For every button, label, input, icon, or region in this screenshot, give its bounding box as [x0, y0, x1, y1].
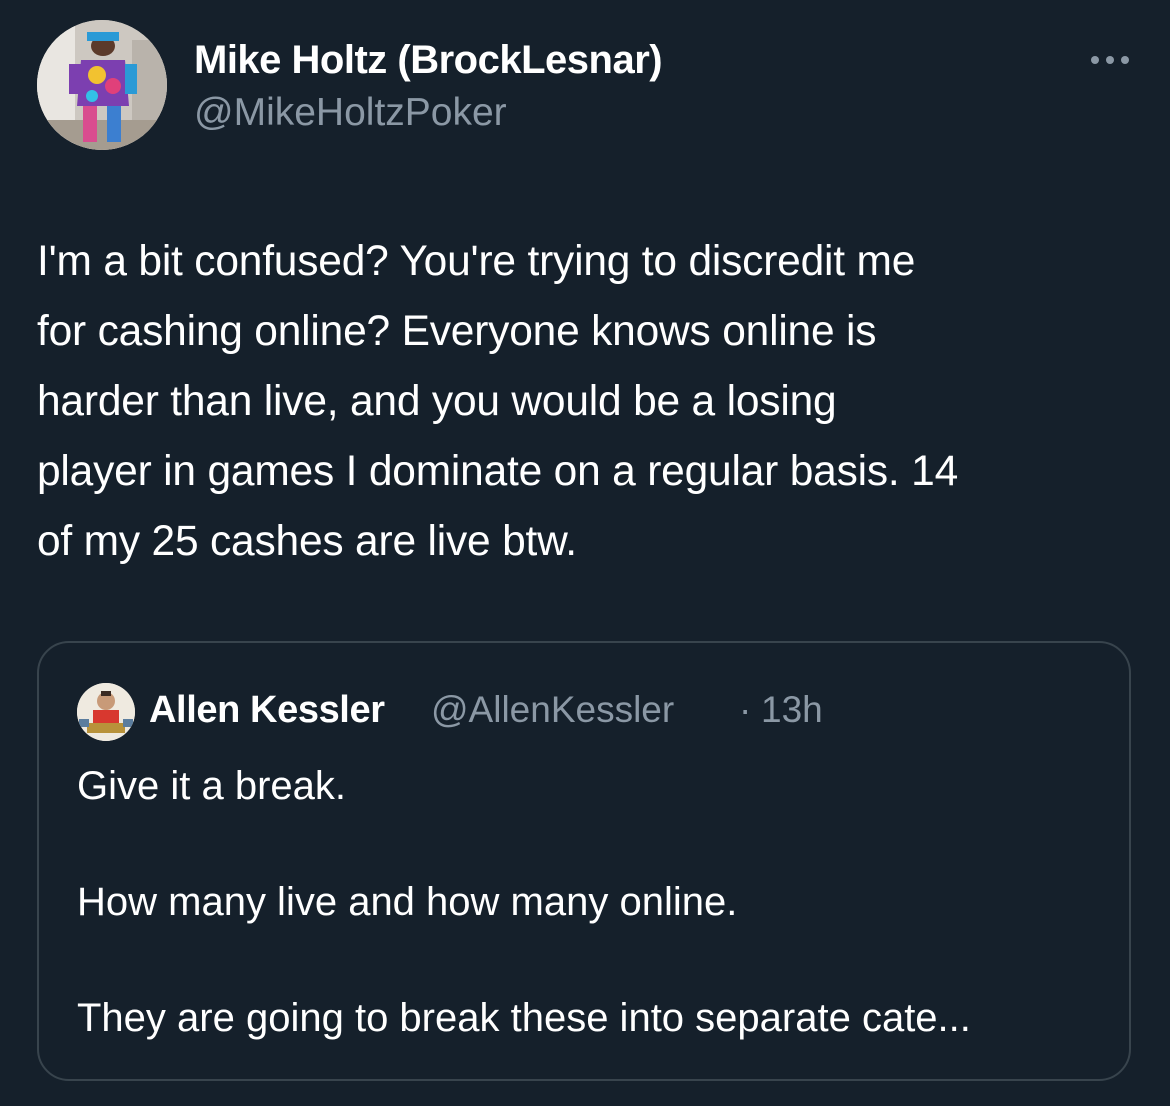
quoted-tweet-card[interactable]: Allen Kessler @AllenKessler · 13h Give i…	[37, 641, 1131, 1081]
quoted-tweet-text: Give it a break. How many live and how m…	[77, 757, 1107, 1047]
more-horizontal-icon	[1091, 56, 1099, 64]
author-display-name[interactable]: Mike Holtz (BrockLesnar)	[194, 36, 663, 84]
quoted-tweet-timestamp[interactable]: 13h	[761, 687, 823, 733]
avatar-photo-icon	[37, 20, 167, 150]
quoted-paragraph: Give it a break.	[77, 764, 347, 808]
more-horizontal-icon-dot	[1106, 56, 1114, 64]
more-options-button[interactable]	[1082, 40, 1138, 80]
author-avatar[interactable]	[37, 20, 167, 150]
quoted-author-handle[interactable]: @AllenKessler	[431, 687, 674, 733]
quoted-paragraph: How many live and how many online.	[77, 880, 738, 924]
quoted-paragraph: They are going to break these into separ…	[77, 996, 971, 1040]
author-handle[interactable]: @MikeHoltzPoker	[194, 90, 507, 136]
quoted-author-display-name[interactable]: Allen Kessler	[149, 687, 385, 733]
separator-dot: ·	[739, 689, 752, 730]
tweet-text: I'm a bit confused? You're trying to dis…	[37, 238, 959, 565]
more-horizontal-icon-dot	[1121, 56, 1129, 64]
quoted-author-avatar[interactable]	[77, 683, 135, 741]
avatar-photo-icon	[77, 683, 135, 741]
